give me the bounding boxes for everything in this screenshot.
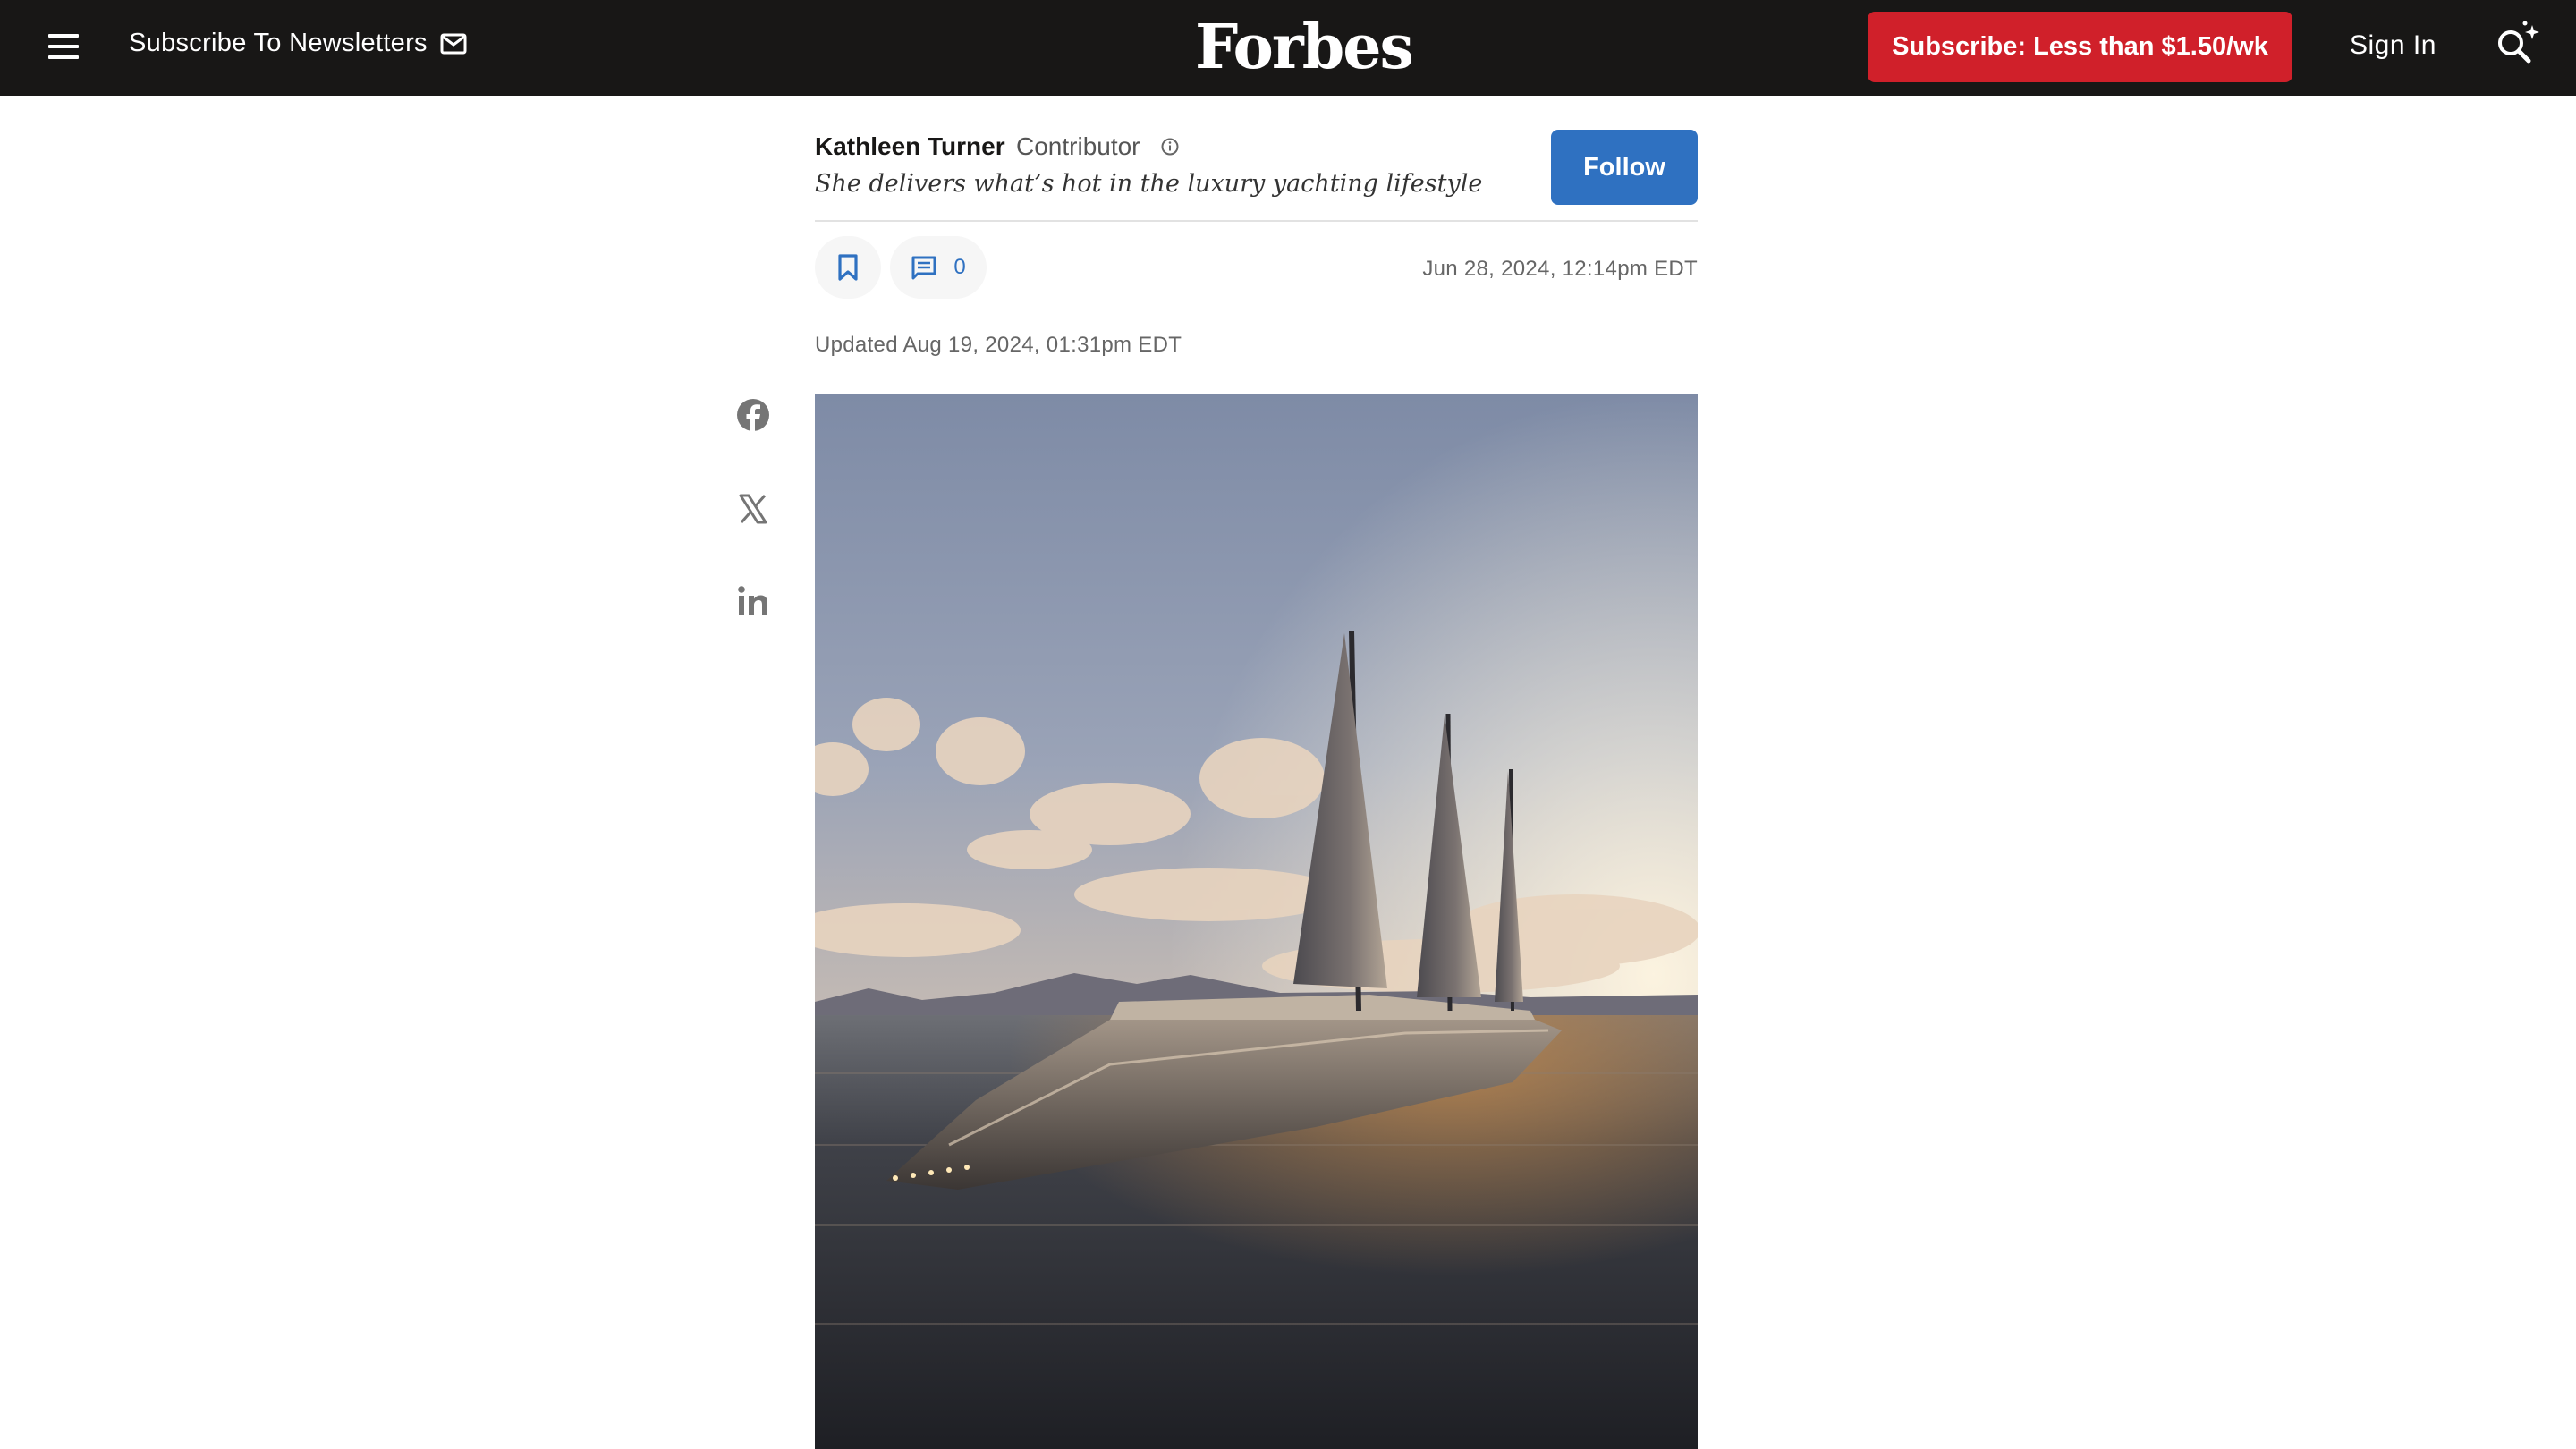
mail-icon xyxy=(440,33,467,54)
linkedin-icon[interactable] xyxy=(735,583,771,619)
menu-icon[interactable] xyxy=(48,32,80,61)
newsletter-label: Subscribe To Newsletters xyxy=(129,29,428,57)
author-name[interactable]: Kathleen Turner xyxy=(815,132,1005,161)
comment-count: 0 xyxy=(953,255,966,279)
bookmark-icon xyxy=(838,254,858,281)
save-article-button[interactable] xyxy=(815,236,881,299)
publish-date: Jun 28, 2024, 12:14pm EDT xyxy=(1422,257,1698,281)
info-icon[interactable] xyxy=(1160,137,1180,157)
follow-button[interactable]: Follow xyxy=(1551,130,1698,205)
comment-icon xyxy=(911,256,936,280)
author-tagline: She delivers what’s hot in the luxury ya… xyxy=(815,170,1483,198)
search-sparkle-icon[interactable] xyxy=(2491,18,2541,68)
subscribe-button[interactable]: Subscribe: Less than $1.50/wk xyxy=(1868,12,2292,82)
x-icon[interactable] xyxy=(735,491,771,527)
author-divider xyxy=(815,220,1698,222)
hero-image xyxy=(815,394,1698,1449)
facebook-icon[interactable] xyxy=(735,397,771,433)
comments-button[interactable]: 0 xyxy=(890,236,987,299)
subscribe-newsletters-link[interactable]: Subscribe To Newsletters xyxy=(129,29,467,58)
author-block: Kathleen Turner Contributor She delivers… xyxy=(815,130,1698,221)
author-role: Contributor xyxy=(1016,132,1140,160)
updated-date: Updated Aug 19, 2024, 01:31pm EDT xyxy=(815,333,1182,357)
forbes-logo[interactable]: Forbes xyxy=(1195,9,1414,86)
top-nav-bar: Subscribe To Newsletters Forbes Subscrib… xyxy=(0,0,2576,96)
sign-in-link[interactable]: Sign In xyxy=(2350,30,2436,61)
